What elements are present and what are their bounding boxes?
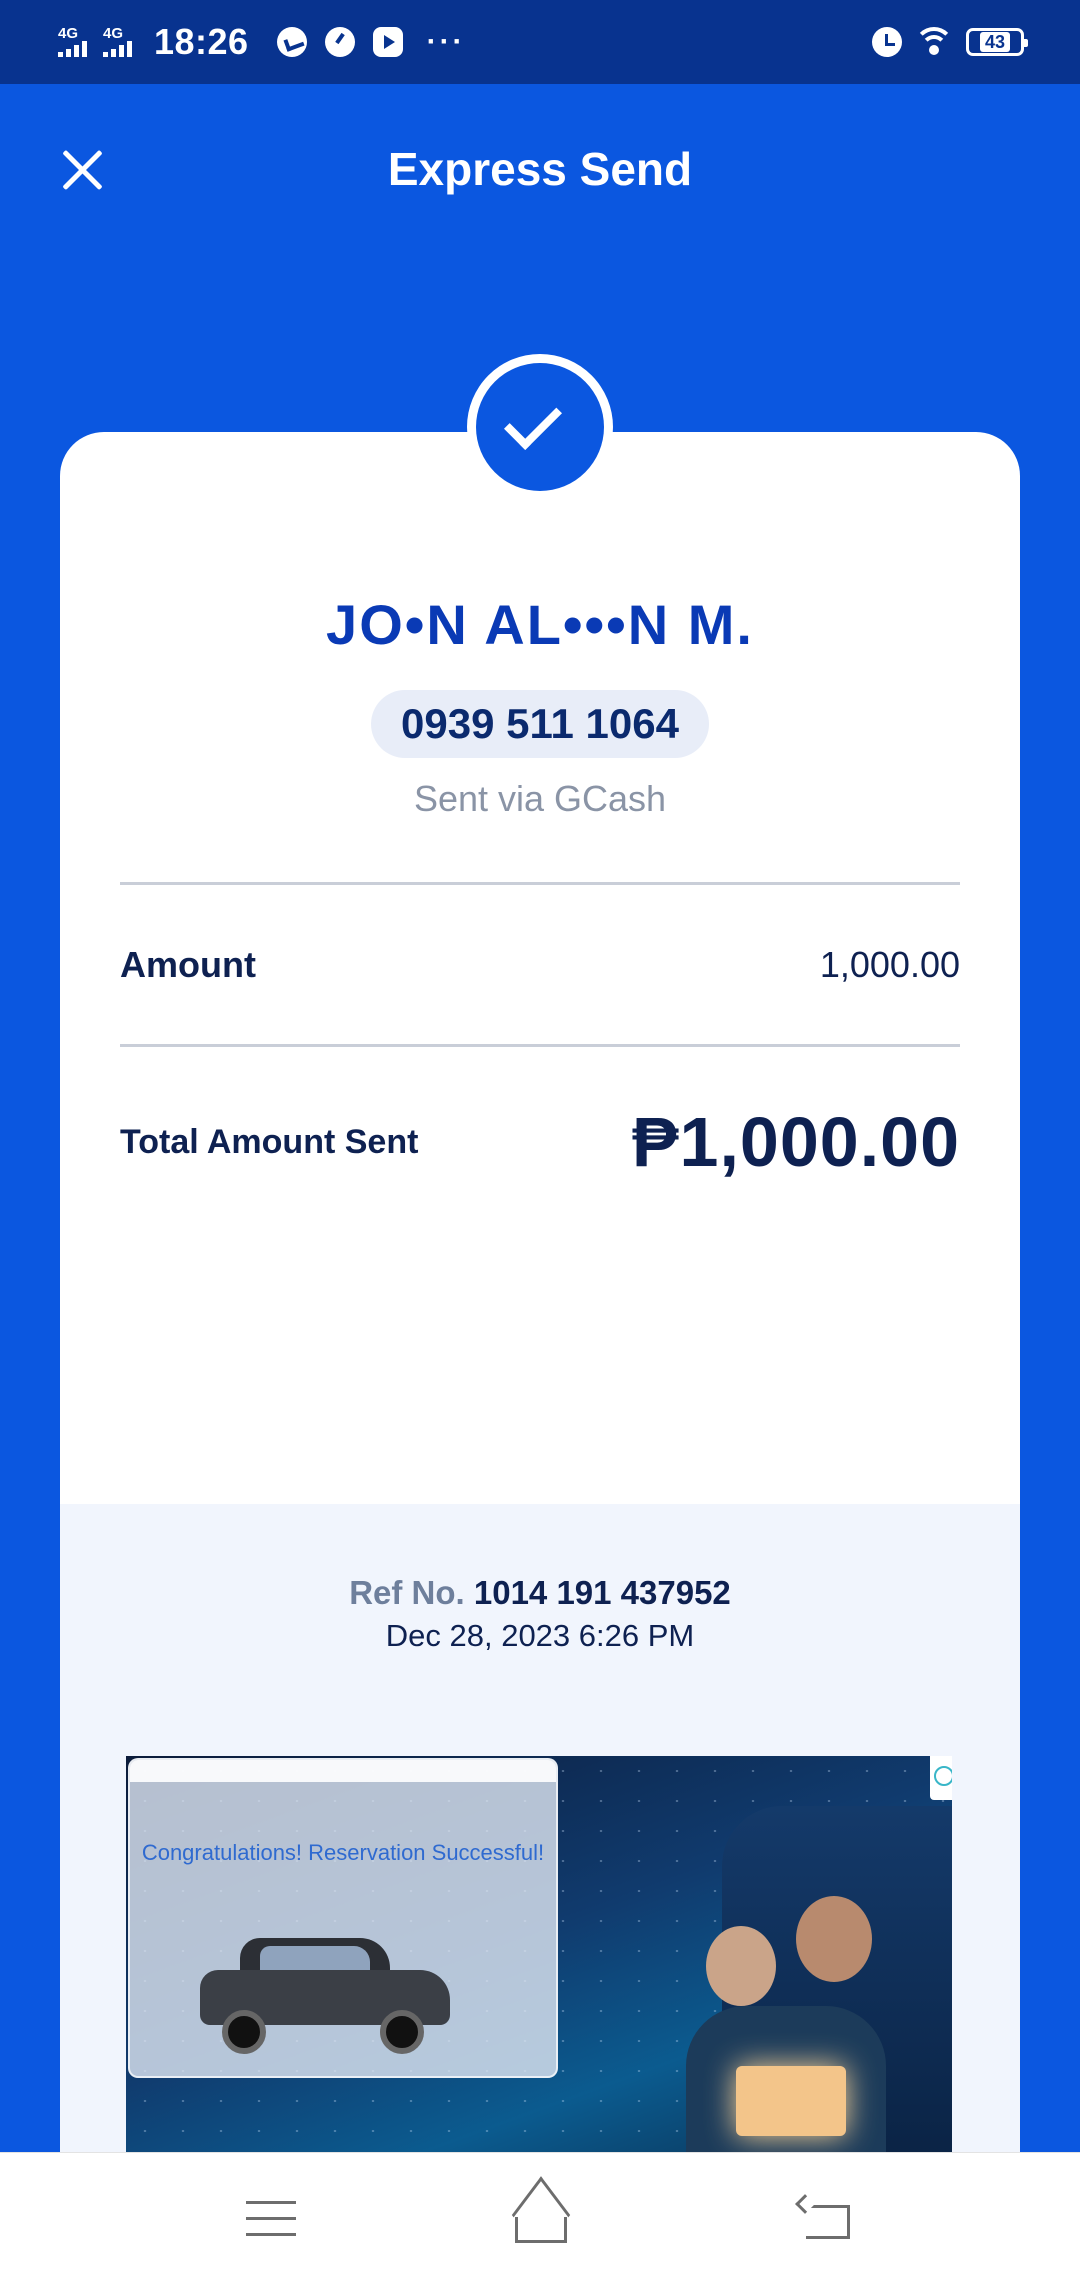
signal-icon-2: 4G [103, 25, 132, 57]
network-type: 4G [58, 25, 79, 42]
success-badge [467, 354, 613, 500]
divider [120, 1044, 960, 1047]
status-right: 43 [872, 27, 1028, 57]
total-row: Total Amount Sent ₱1,000.00 [120, 1092, 960, 1192]
signal-icon: 4G [58, 25, 87, 57]
status-left: 4G 4G 18:26 ··· [58, 21, 466, 63]
reference-line: Ref No. 1014 191 437952 [60, 1574, 1020, 1612]
amount-row: Amount 1,000.00 [120, 934, 960, 996]
amount-label: Amount [120, 944, 256, 985]
total-label: Total Amount Sent [120, 1122, 419, 1161]
car-image [200, 1930, 450, 2054]
messenger-icon [276, 27, 307, 57]
ad-people-image [686, 1896, 886, 2176]
receipt-card: JO•N AL•••N M. 0939 511 1064 Sent via GC… [60, 432, 1020, 2280]
total-value: ₱1,000.00 [631, 1103, 960, 1181]
header: Express Send [0, 84, 1080, 254]
ad-banner[interactable]: Congratulations! Reservation Successful! [126, 1756, 952, 2176]
transaction-datetime: Dec 28, 2023 6:26 PM [385, 1618, 695, 1653]
speedometer-icon [324, 27, 355, 57]
battery-level: 43 [979, 32, 1011, 52]
ref-number[interactable]: 1014 191 437952 [474, 1574, 731, 1611]
ad-headline: Congratulations! Reservation Successful! [141, 1840, 545, 1865]
ad-choices-icon[interactable] [930, 1756, 952, 1800]
check-icon [476, 363, 604, 491]
page-title: Express Send [387, 143, 693, 195]
back-icon[interactable] [795, 2187, 860, 2247]
wifi-icon [916, 27, 952, 57]
battery-icon: 43 [966, 28, 1028, 56]
alarm-icon [872, 27, 902, 57]
divider [120, 882, 960, 885]
ad-browser-window: Congratulations! Reservation Successful! [128, 1758, 558, 2078]
home-icon[interactable] [505, 2176, 577, 2254]
network-type-2: 4G [103, 25, 124, 42]
recipient-phone: 0939 511 1064 [371, 690, 709, 758]
amount-value: 1,000.00 [819, 944, 960, 985]
youtube-icon [372, 27, 403, 57]
system-nav-bar [0, 2152, 1080, 2280]
ref-label: Ref No. [349, 1574, 465, 1611]
status-time: 18:26 [154, 21, 249, 62]
recipient-name: JO•N AL•••N M. [326, 593, 754, 656]
sent-via-label: Sent via GCash [413, 778, 667, 819]
menu-icon[interactable] [240, 2187, 304, 2247]
more-notifications-icon: ··· [426, 25, 466, 58]
status-bar: 4G 4G 18:26 ··· 43 [0, 0, 1080, 84]
